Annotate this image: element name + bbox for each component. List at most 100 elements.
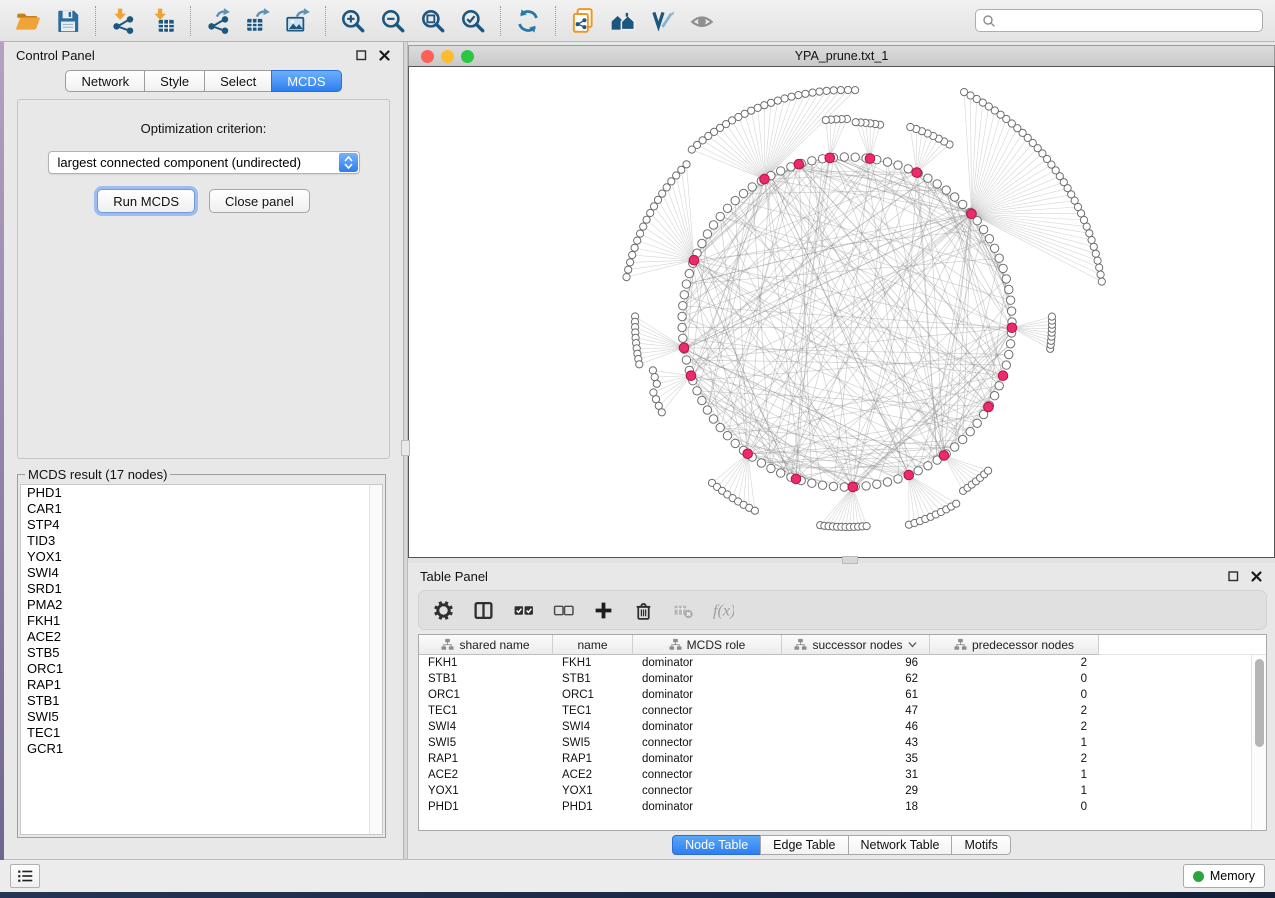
- new-network-from-selection-button[interactable]: [563, 3, 603, 39]
- table-scrollbar[interactable]: [1251, 655, 1266, 830]
- mcds-result-item[interactable]: RAP1: [21, 677, 382, 693]
- table-cell[interactable]: dominator: [633, 655, 782, 671]
- table-cell[interactable]: 43: [782, 735, 930, 751]
- table-cell[interactable]: RAP1: [553, 751, 633, 767]
- table-cell[interactable]: STB1: [553, 671, 633, 687]
- table-cell[interactable]: ORC1: [419, 687, 553, 703]
- table-cell[interactable]: SWI4: [419, 719, 553, 735]
- splitter-grip[interactable]: [401, 440, 410, 456]
- table-cell[interactable]: 46: [782, 719, 930, 735]
- table-cell[interactable]: SWI5: [553, 735, 633, 751]
- table-cell[interactable]: FKH1: [419, 655, 553, 671]
- column-header-name[interactable]: name: [553, 635, 633, 655]
- mcds-result-item[interactable]: YOX1: [21, 549, 382, 565]
- mcds-result-item[interactable]: PMA2: [21, 597, 382, 613]
- zoom-selected-button[interactable]: [453, 3, 493, 39]
- column-header-predecessor-nodes[interactable]: predecessor nodes: [930, 635, 1099, 655]
- table-cell[interactable]: connector: [633, 767, 782, 783]
- search-input[interactable]: [996, 11, 1262, 30]
- tab-select[interactable]: Select: [204, 70, 272, 92]
- vertical-splitter[interactable]: [403, 42, 408, 859]
- table-cell[interactable]: dominator: [633, 751, 782, 767]
- mcds-result-item[interactable]: SRD1: [21, 581, 382, 597]
- table-cell[interactable]: 18: [782, 799, 930, 815]
- tab-network[interactable]: Network: [65, 70, 145, 92]
- table-cell[interactable]: SWI4: [553, 719, 633, 735]
- tab-mcds[interactable]: MCDS: [271, 70, 341, 92]
- table-cell[interactable]: 1: [930, 783, 1099, 799]
- tab-node-table[interactable]: Node Table: [672, 835, 761, 855]
- table-cell[interactable]: 2: [930, 655, 1099, 671]
- run-mcds-button[interactable]: Run MCDS: [97, 189, 195, 213]
- table-cell[interactable]: 2: [930, 751, 1099, 767]
- table-cell[interactable]: 1: [930, 767, 1099, 783]
- add-column-button[interactable]: [593, 600, 614, 621]
- tab-edge-table[interactable]: Edge Table: [760, 835, 848, 855]
- clear-table-button[interactable]: [673, 600, 694, 621]
- table-cell[interactable]: TEC1: [419, 703, 553, 719]
- table-cell[interactable]: TEC1: [553, 703, 633, 719]
- table-cell[interactable]: 62: [782, 671, 930, 687]
- table-cell[interactable]: SWI5: [419, 735, 553, 751]
- mcds-result-item[interactable]: STB1: [21, 693, 382, 709]
- splitter-grip[interactable]: [842, 556, 858, 564]
- scrollbar-thumb[interactable]: [1255, 659, 1264, 747]
- table-cell[interactable]: dominator: [633, 687, 782, 703]
- table-cell[interactable]: connector: [633, 703, 782, 719]
- maximize-window-icon[interactable]: [461, 50, 474, 63]
- network-canvas[interactable]: [408, 66, 1275, 558]
- select-all-button[interactable]: [513, 600, 534, 621]
- table-cell[interactable]: dominator: [633, 719, 782, 735]
- memory-button[interactable]: Memory: [1183, 864, 1265, 888]
- apply-layout-button[interactable]: [508, 3, 548, 39]
- tab-motifs[interactable]: Motifs: [951, 835, 1010, 855]
- table-cell[interactable]: YOX1: [553, 783, 633, 799]
- mcds-result-item[interactable]: TID3: [21, 533, 382, 549]
- table-cell[interactable]: 35: [782, 751, 930, 767]
- table-cell[interactable]: 0: [930, 687, 1099, 703]
- optimization-criterion-select[interactable]: largest connected component (undirected): [48, 151, 360, 174]
- table-cell[interactable]: ACE2: [419, 767, 553, 783]
- table-cell[interactable]: ACE2: [553, 767, 633, 783]
- minimize-window-icon[interactable]: [441, 50, 454, 63]
- table-options-button[interactable]: [433, 600, 454, 621]
- mcds-result-item[interactable]: SWI5: [21, 709, 382, 725]
- table-cell[interactable]: connector: [633, 783, 782, 799]
- table-cell[interactable]: 29: [782, 783, 930, 799]
- table-cell[interactable]: dominator: [633, 671, 782, 687]
- mcds-result-list[interactable]: PHD1CAR1STP4TID3YOX1SWI4SRD1PMA2FKH1ACE2…: [20, 484, 383, 835]
- zoom-in-button[interactable]: [333, 3, 373, 39]
- mcds-result-item[interactable]: CAR1: [21, 501, 382, 517]
- table-cell[interactable]: YOX1: [419, 783, 553, 799]
- column-header-MCDS-role[interactable]: MCDS role: [633, 635, 782, 655]
- zoom-fit-button[interactable]: [413, 3, 453, 39]
- task-history-button[interactable]: [10, 864, 40, 888]
- network-overview-button[interactable]: [603, 3, 643, 39]
- close-panel-icon[interactable]: [1250, 570, 1263, 583]
- import-network-button[interactable]: [103, 3, 143, 39]
- table-cell[interactable]: RAP1: [419, 751, 553, 767]
- mcds-result-item[interactable]: ORC1: [21, 661, 382, 677]
- table-cell[interactable]: STB1: [419, 671, 553, 687]
- table-cell[interactable]: ORC1: [553, 687, 633, 703]
- float-panel-icon[interactable]: [1227, 570, 1240, 583]
- zoom-out-button[interactable]: [373, 3, 413, 39]
- tab-style[interactable]: Style: [144, 70, 205, 92]
- table-cell[interactable]: dominator: [633, 799, 782, 815]
- column-header-successor-nodes[interactable]: successor nodes: [782, 635, 930, 655]
- toggle-columns-button[interactable]: [473, 600, 494, 621]
- table-cell[interactable]: 47: [782, 703, 930, 719]
- table-cell[interactable]: 0: [930, 799, 1099, 815]
- tab-network-table[interactable]: Network Table: [848, 835, 953, 855]
- mcds-result-item[interactable]: FKH1: [21, 613, 382, 629]
- deselect-all-button[interactable]: [553, 600, 574, 621]
- export-table-button[interactable]: [238, 3, 278, 39]
- export-image-button[interactable]: [278, 3, 318, 39]
- table-cell[interactable]: 31: [782, 767, 930, 783]
- mcds-result-item[interactable]: SWI4: [21, 565, 382, 581]
- close-panel-button[interactable]: Close panel: [209, 189, 310, 213]
- show-graphics-details-button[interactable]: [683, 3, 723, 39]
- save-button[interactable]: [48, 3, 88, 39]
- table-cell[interactable]: 61: [782, 687, 930, 703]
- table-cell[interactable]: 1: [930, 735, 1099, 751]
